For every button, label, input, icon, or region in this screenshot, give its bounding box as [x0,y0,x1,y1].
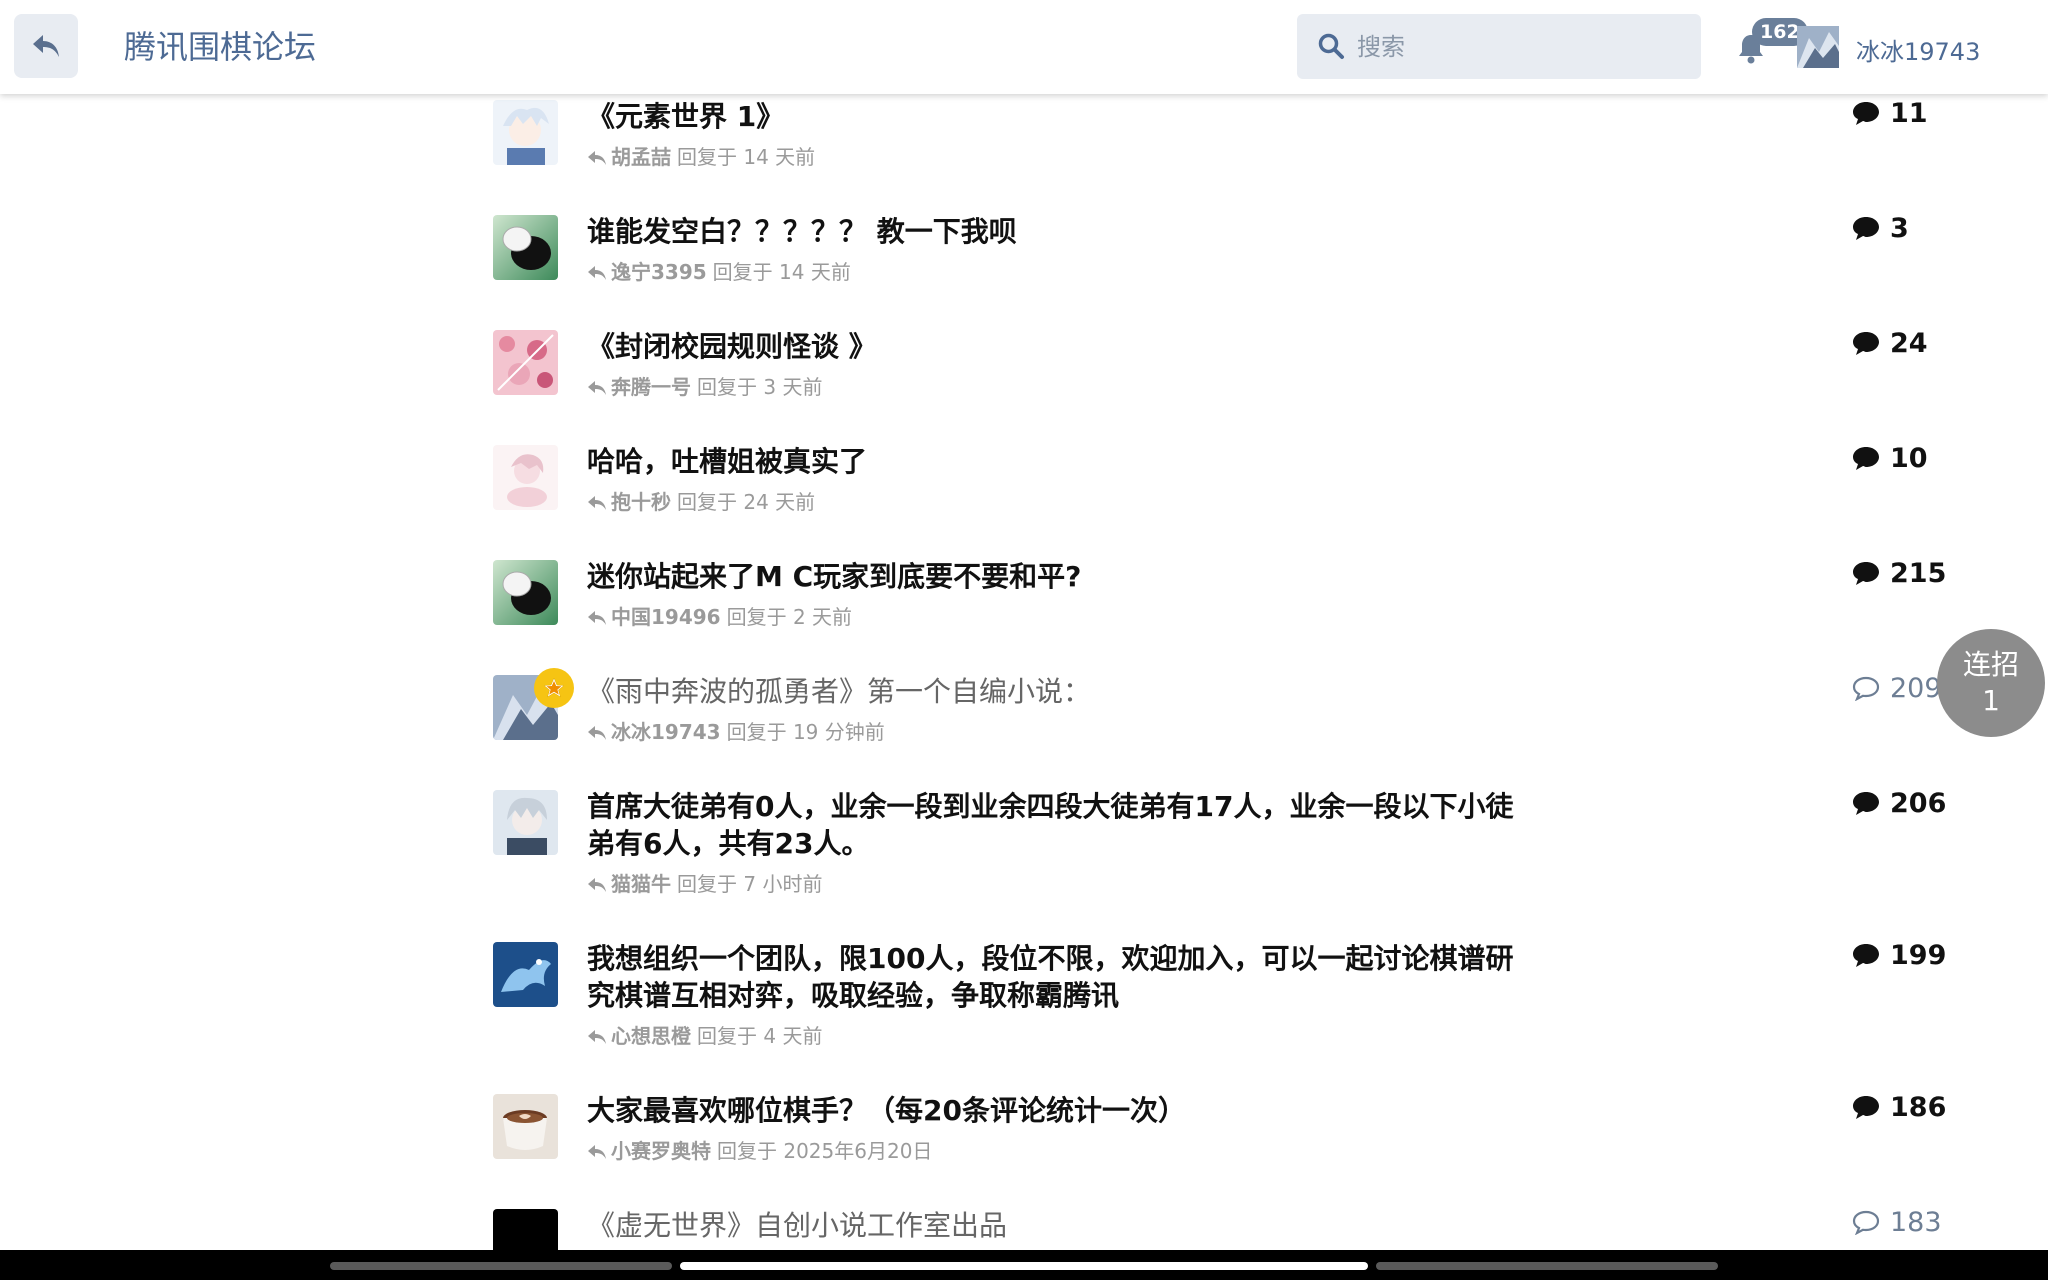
topic-author[interactable]: 逸宁3395 [611,260,707,284]
reply-count: 10 [1852,443,1928,474]
star-badge [534,668,574,708]
topic-meta: 猫猫牛 回复于 7 小时前 [587,868,822,897]
reply-icon [588,151,606,165]
topic-reply-time: 回复于 3 天前 [697,375,823,399]
topic-reply-time: 回复于 19 分钟前 [726,720,885,744]
reply-icon [588,1030,606,1044]
combo-button[interactable]: 连招 1 [1937,629,2045,737]
forum-title[interactable]: 腾讯围棋论坛 [124,22,316,68]
top-bar: 腾讯围棋论坛 162 冰冰19743 [0,0,2048,94]
topic-meta: 中国19496 回复于 2 天前 [587,601,852,630]
topic-author[interactable]: 冰冰19743 [611,720,721,744]
avatar[interactable] [493,790,558,855]
topic-reply-time: 回复于 2025年6月20日 [717,1139,933,1163]
reply-count: 11 [1852,98,1928,129]
topic-meta: 胡孟喆 回复于 14 天前 [587,141,815,170]
comment-icon [1853,562,1879,585]
avatar[interactable] [493,330,558,395]
search-bar[interactable] [1297,14,1701,79]
combo-count: 1 [1982,684,2000,717]
username[interactable]: 冰冰19743 [1856,32,1980,67]
topic-meta: 冰冰19743 回复于 19 分钟前 [587,716,885,745]
back-arrow-icon [33,35,59,57]
topic-author[interactable]: 小赛罗奥特 [611,1139,711,1163]
topic-reply-time: 回复于 2 天前 [726,605,853,629]
topic-reply-time: 回复于 14 天前 [677,145,816,169]
avatar[interactable] [493,942,558,1007]
topic-reply-time: 回复于 24 天前 [677,490,816,514]
topic-title[interactable]: 首席大徒弟有0人，业余一段到业余四段大徒弟有17人，业余一段以下小徒弟有6人，共… [587,788,1537,862]
topic-author[interactable]: 胡孟喆 [611,145,671,169]
comment-icon [1853,217,1879,240]
topic-author[interactable]: 猫猫牛 [611,872,671,896]
user-avatar[interactable] [1797,26,1839,68]
topic-reply-time: 回复于 4 天前 [697,1024,823,1048]
star-icon [543,677,565,698]
topic-title[interactable]: 哈哈，吐槽姐被真实了 [587,443,1537,480]
topic-author[interactable]: 奔腾一号 [611,375,691,399]
topic-meta: 小赛罗奥特 回复于 2025年6月20日 [587,1135,932,1164]
topic-author[interactable]: 心想思橙 [611,1024,691,1048]
reply-count: 215 [1852,558,1946,589]
comment-icon [1853,447,1879,470]
combo-label: 连招 [1962,648,2019,681]
avatar[interactable] [493,100,558,165]
comment-outline-icon [1852,676,1880,702]
avatar[interactable] [493,560,558,625]
comment-icon [1853,1096,1879,1119]
topic-author[interactable]: 抱十秒 [611,490,671,514]
reply-icon [588,381,606,395]
search-icon [1318,33,1344,59]
topic-meta: 心想思橙 回复于 4 天前 [587,1020,822,1049]
reply-count: 24 [1852,328,1928,359]
reply-count: 199 [1852,940,1946,971]
comment-icon [1853,332,1879,355]
reply-icon [588,726,606,740]
reply-count: 209 [1852,673,1942,704]
topic-title[interactable]: 我想组织一个团队，限100人，段位不限，欢迎加入，可以一起讨论棋谱研究棋谱互相对… [587,940,1537,1014]
nav-segment-right [1376,1262,1718,1270]
topic-meta: 抱十秒 回复于 24 天前 [587,486,815,515]
back-button[interactable] [14,14,78,78]
avatar[interactable] [493,445,558,510]
topic-reply-time: 回复于 14 天前 [712,260,851,284]
avatar[interactable] [493,1209,558,1250]
comment-outline-icon [1852,1210,1880,1236]
topic-reply-time: 回复于 7 小时前 [677,872,823,896]
topic-title[interactable]: 谁能发空白？？？？？ 教一下我呗 [587,213,1537,250]
topic-title[interactable]: 《虚无世界》自创小说工作室出品 [587,1207,1537,1244]
home-indicator[interactable] [680,1262,1368,1270]
reply-count: 206 [1852,788,1946,819]
reply-icon [588,611,606,625]
topic-title[interactable]: 迷你站起来了M C玩家到底要不要和平? [587,558,1537,595]
reply-count: 186 [1852,1092,1946,1123]
reply-count: 3 [1852,213,1909,244]
topic-title[interactable]: 大家最喜欢哪位棋手？（每20条评论统计一次） [587,1092,1537,1129]
comment-icon [1853,944,1879,967]
reply-icon [588,878,606,892]
avatar[interactable] [493,215,558,280]
comment-icon [1853,102,1879,125]
topic-meta: 逸宁3395 回复于 14 天前 [587,256,851,285]
avatar[interactable] [493,1094,558,1159]
reply-icon [588,1145,606,1159]
topic-author[interactable]: 中国19496 [611,605,721,629]
nav-segment-left [330,1262,672,1270]
topic-title[interactable]: 《雨中奔波的孤勇者》第一个自编小说： [587,673,1537,710]
topic-meta: 奔腾一号 回复于 3 天前 [587,371,822,400]
reply-icon [588,496,606,510]
search-input[interactable] [1357,14,1687,79]
comment-icon [1853,792,1879,815]
reply-count: 183 [1852,1207,1942,1238]
reply-icon [588,266,606,280]
topic-list: 《元素世界 1》 胡孟喆 回复于 14 天前 11 谁能发空白？？？？？ 教一下我… [0,0,2048,1250]
system-nav-bar [0,1250,2048,1280]
topic-title[interactable]: 《元素世界 1》 [587,98,1537,135]
topic-title[interactable]: 《封闭校园规则怪谈 》 [587,328,1537,365]
